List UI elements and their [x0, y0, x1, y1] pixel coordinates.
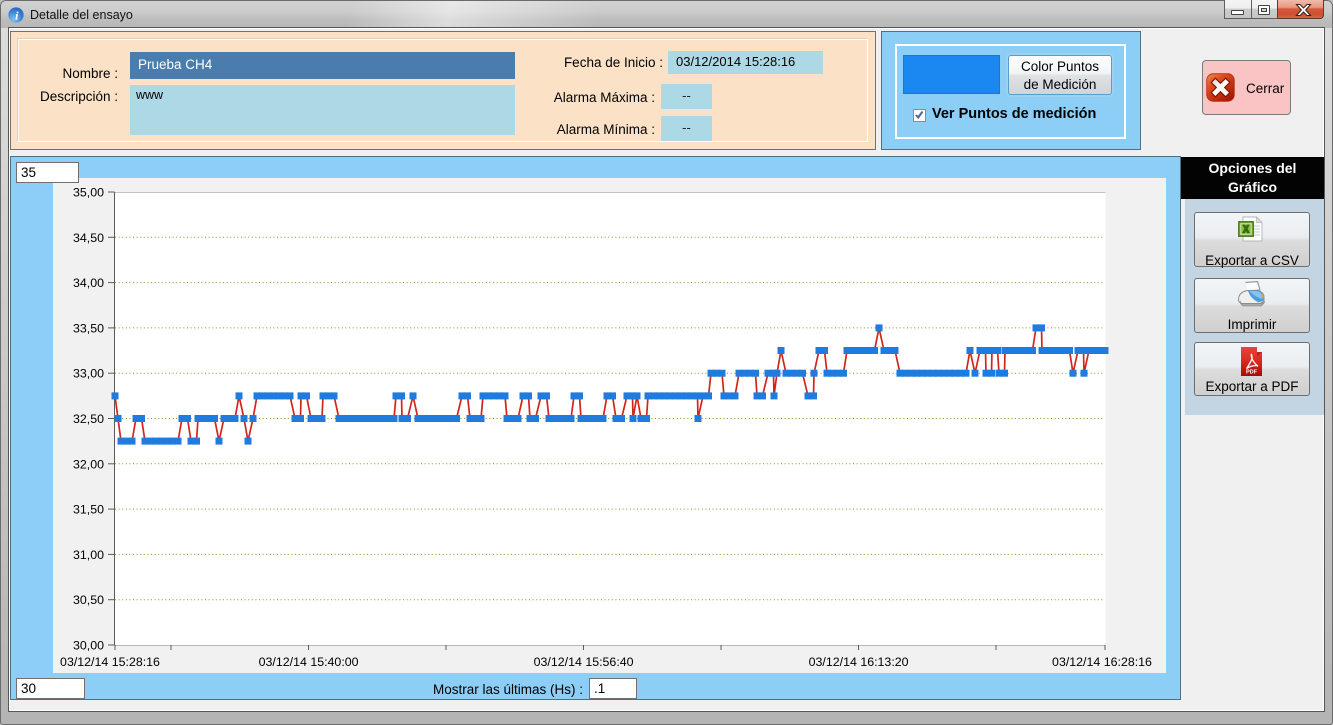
svg-text:32,00: 32,00 [73, 457, 104, 471]
svg-text:PDF: PDF [1246, 370, 1258, 376]
svg-text:35,00: 35,00 [73, 186, 104, 200]
svg-text:34,50: 34,50 [73, 231, 104, 245]
svg-text:31,00: 31,00 [73, 548, 104, 562]
svg-text:34,00: 34,00 [73, 276, 104, 290]
svg-text:30,00: 30,00 [73, 639, 104, 653]
svg-text:32,50: 32,50 [73, 412, 104, 426]
svg-text:33,50: 33,50 [73, 321, 104, 335]
svg-text:03/12/14 15:56:40: 03/12/14 15:56:40 [534, 655, 634, 669]
svg-text:33,00: 33,00 [73, 367, 104, 381]
svg-text:03/12/14 16:13:20: 03/12/14 16:13:20 [809, 655, 909, 669]
svg-text:30,50: 30,50 [73, 593, 104, 607]
svg-text:03/12/14 15:28:16: 03/12/14 15:28:16 [60, 655, 160, 669]
svg-text:31,50: 31,50 [73, 503, 104, 517]
svg-text:03/12/14 16:28:16: 03/12/14 16:28:16 [1052, 655, 1152, 669]
svg-text:03/12/14 15:40:00: 03/12/14 15:40:00 [259, 655, 359, 669]
